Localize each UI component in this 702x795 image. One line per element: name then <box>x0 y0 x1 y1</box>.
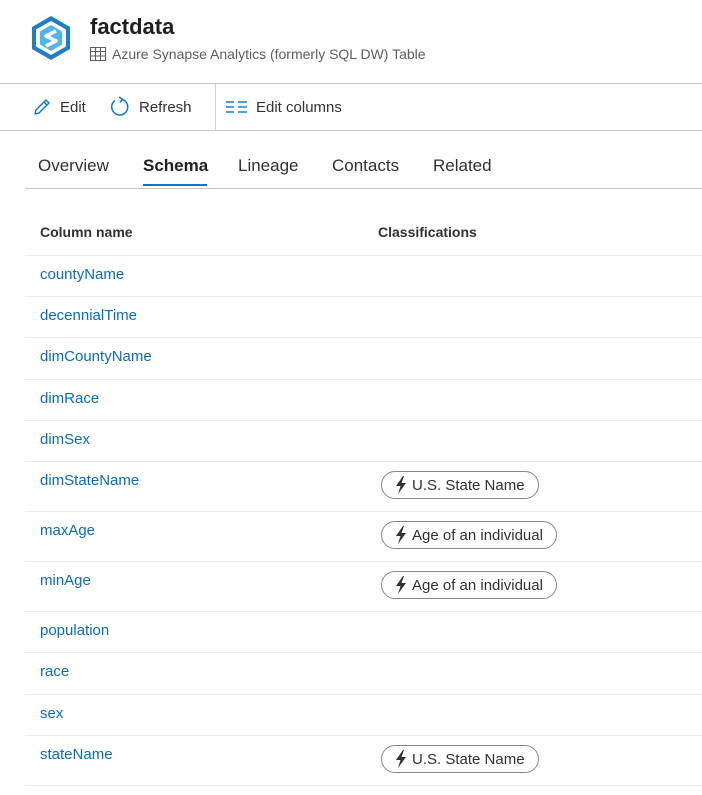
tab-contacts[interactable]: Contacts <box>332 156 399 176</box>
classification-chip[interactable]: U.S. State Name <box>381 745 539 773</box>
classification-label: Age of an individual <box>412 526 543 544</box>
tab-related[interactable]: Related <box>433 156 492 176</box>
active-tab-indicator <box>143 184 207 186</box>
edit-columns-label: Edit columns <box>256 98 342 116</box>
classification-chip[interactable]: Age of an individual <box>381 571 557 599</box>
command-bar: Edit Refresh Edit columns <box>0 84 702 130</box>
edit-label: Edit <box>60 98 86 116</box>
table-row: dimStateName U.S. State Name <box>25 461 702 512</box>
table-row: dimCountyName <box>25 337 702 380</box>
tab-overview[interactable]: Overview <box>38 156 109 176</box>
lightning-icon <box>396 750 406 768</box>
column-name-link[interactable]: race <box>40 663 69 680</box>
tab-lineage[interactable]: Lineage <box>238 156 299 176</box>
synapse-logo-icon <box>29 14 73 62</box>
table-row: population <box>25 611 702 653</box>
table-row: dimSex <box>25 420 702 462</box>
toolbar-divider <box>0 130 702 131</box>
refresh-icon <box>110 96 129 116</box>
classification-chip[interactable]: U.S. State Name <box>381 471 539 499</box>
column-name-link[interactable]: decennialTime <box>40 307 137 324</box>
pencil-icon <box>34 99 50 115</box>
asset-subtitle: Azure Synapse Analytics (formerly SQL DW… <box>90 46 426 62</box>
table-row: decennialTime <box>25 296 702 338</box>
column-name-link[interactable]: dimStateName <box>40 472 139 489</box>
column-name-link[interactable]: maxAge <box>40 522 95 539</box>
table-icon <box>90 47 106 61</box>
table-row: sex <box>25 694 702 736</box>
classification-label: U.S. State Name <box>412 750 525 768</box>
column-name-link[interactable]: countyName <box>40 266 124 283</box>
columns-icon <box>226 101 247 113</box>
asset-header: factdata Azure Synapse Analytics (former… <box>0 0 702 84</box>
asset-title: factdata <box>90 14 175 39</box>
column-name-link[interactable]: dimRace <box>40 390 99 407</box>
table-row: countyName <box>25 255 702 297</box>
toolbar-separator <box>215 84 216 130</box>
table-row: stateName U.S. State Name <box>25 735 702 786</box>
column-name-link[interactable]: population <box>40 622 109 639</box>
table-row: race <box>25 652 702 695</box>
table-row: dimRace <box>25 379 702 421</box>
schema-table-header: Column name Classifications <box>25 214 702 256</box>
asset-type-label: Azure Synapse Analytics (formerly SQL DW… <box>112 46 426 62</box>
column-name-link[interactable]: minAge <box>40 572 91 589</box>
edit-columns-button[interactable]: Edit columns <box>226 84 342 130</box>
table-row: maxAge Age of an individual <box>25 511 702 562</box>
column-name-link[interactable]: dimSex <box>40 431 90 448</box>
tab-bar: Overview Schema Lineage Contacts Related <box>25 146 702 189</box>
classification-label: U.S. State Name <box>412 476 525 494</box>
classification-chip[interactable]: Age of an individual <box>381 521 557 549</box>
edit-button[interactable]: Edit <box>32 84 86 130</box>
column-header-name[interactable]: Column name <box>40 224 133 240</box>
refresh-label: Refresh <box>139 98 192 116</box>
column-name-link[interactable]: stateName <box>40 746 113 763</box>
refresh-button[interactable]: Refresh <box>109 84 192 130</box>
lightning-icon <box>396 476 406 494</box>
table-row: minAge Age of an individual <box>25 561 702 612</box>
column-name-link[interactable]: sex <box>40 705 63 722</box>
lightning-icon <box>396 576 406 594</box>
lightning-icon <box>396 526 406 544</box>
tab-schema[interactable]: Schema <box>143 156 208 176</box>
column-name-link[interactable]: dimCountyName <box>40 348 152 365</box>
column-header-classifications[interactable]: Classifications <box>378 224 477 240</box>
classification-label: Age of an individual <box>412 576 543 594</box>
